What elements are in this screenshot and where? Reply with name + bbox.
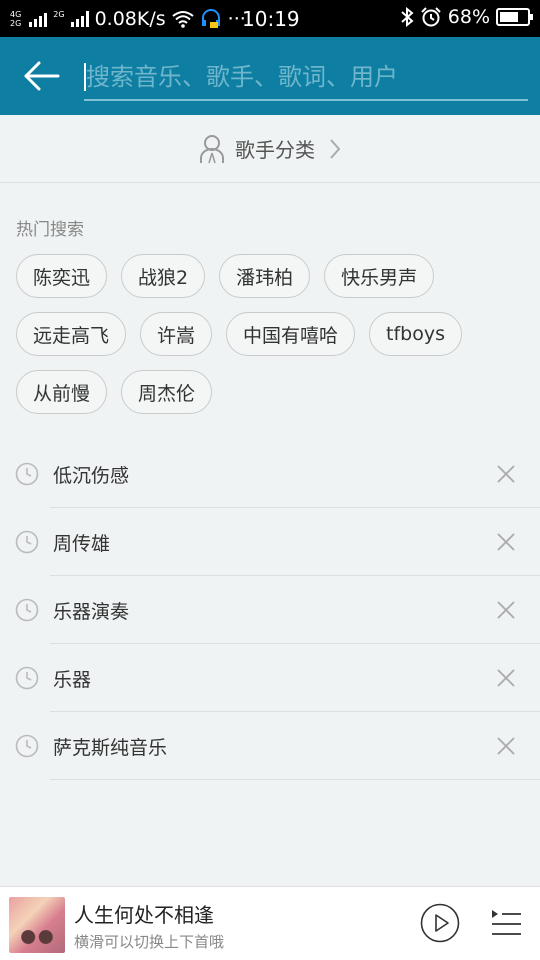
network-type-bottom: 2G	[10, 18, 22, 28]
divider	[50, 779, 540, 780]
battery-percent: 68%	[447, 6, 490, 28]
signal-icon	[29, 11, 48, 27]
play-icon[interactable]	[420, 903, 460, 943]
history-item-label: 萨克斯纯音乐	[53, 736, 168, 759]
search-input[interactable]	[84, 55, 528, 99]
close-icon[interactable]	[496, 600, 516, 620]
bluetooth-icon	[401, 7, 414, 27]
search-box[interactable]	[84, 55, 528, 101]
clock-icon	[15, 734, 39, 758]
singer-category-button[interactable]: 歌手分类	[0, 115, 540, 183]
history-item[interactable]: 低沉伤感	[0, 440, 540, 508]
hot-search-tags: 陈奕迅 战狼2 潘玮柏 快乐男声 远走高飞 许嵩 中国有嘻哈 tfboys 从前…	[16, 254, 526, 414]
search-header	[0, 37, 540, 115]
history-item-label: 乐器演奏	[53, 600, 130, 623]
close-icon[interactable]	[496, 668, 516, 688]
history-item-label: 低沉伤感	[53, 464, 130, 487]
close-icon[interactable]	[496, 532, 516, 552]
hot-tag[interactable]: 快乐男声	[324, 254, 435, 298]
headset-icon	[201, 8, 220, 28]
hot-tag[interactable]: 潘玮柏	[219, 254, 311, 298]
hot-tag[interactable]: 远走高飞	[16, 312, 127, 356]
wifi-icon	[172, 10, 194, 28]
network-type-top: 4G	[10, 9, 22, 19]
person-icon	[200, 134, 224, 163]
search-history-list: 低沉伤感 周传雄 乐器演奏 乐器 萨克斯纯音乐	[0, 440, 540, 780]
back-arrow-icon[interactable]	[22, 59, 62, 93]
hot-tag[interactable]: 陈奕迅	[16, 254, 108, 298]
singer-category-label: 歌手分类	[235, 138, 315, 162]
mini-player[interactable]: 人生何处不相逢 横滑可以切换上下首哦	[0, 886, 540, 960]
close-icon[interactable]	[496, 736, 516, 756]
history-item-label: 乐器	[53, 668, 92, 691]
playlist-icon[interactable]	[488, 907, 522, 939]
hot-tag[interactable]: 许嵩	[140, 312, 213, 356]
history-item[interactable]: 乐器	[0, 644, 540, 712]
hot-search-title: 热门搜索	[16, 220, 84, 240]
network-badge: 2G	[53, 9, 65, 19]
album-cover[interactable]	[9, 897, 65, 953]
history-item[interactable]: 萨克斯纯音乐	[0, 712, 540, 780]
hot-tag[interactable]: tfboys	[369, 312, 463, 356]
history-item[interactable]: 周传雄	[0, 508, 540, 576]
hot-tag[interactable]: 战狼2	[121, 254, 206, 298]
clock-icon	[15, 666, 39, 690]
hot-tag[interactable]: 中国有嘻哈	[226, 312, 356, 356]
history-item[interactable]: 乐器演奏	[0, 576, 540, 644]
hot-tag[interactable]: 周杰伦	[121, 370, 213, 414]
clock-icon	[15, 530, 39, 554]
history-item-label: 周传雄	[53, 532, 111, 555]
song-hint: 横滑可以切换上下首哦	[74, 933, 225, 951]
signal-icon-2	[70, 10, 89, 27]
close-icon[interactable]	[496, 464, 516, 484]
alarm-icon	[421, 7, 441, 27]
hot-tag[interactable]: 从前慢	[16, 370, 108, 414]
chevron-right-icon	[330, 138, 341, 159]
song-title: 人生何处不相逢	[74, 903, 214, 927]
clock-icon	[15, 462, 39, 486]
network-type: 4G 2G	[10, 10, 21, 28]
network-speed: 0.08K/s	[94, 7, 166, 30]
text-cursor	[84, 63, 86, 91]
battery-icon	[496, 8, 533, 26]
status-bar: 4G 2G 2G 0.08K/s ··· 10:19 68%	[0, 0, 540, 37]
clock-icon	[15, 598, 39, 622]
clock-time: 10:19	[242, 7, 300, 31]
